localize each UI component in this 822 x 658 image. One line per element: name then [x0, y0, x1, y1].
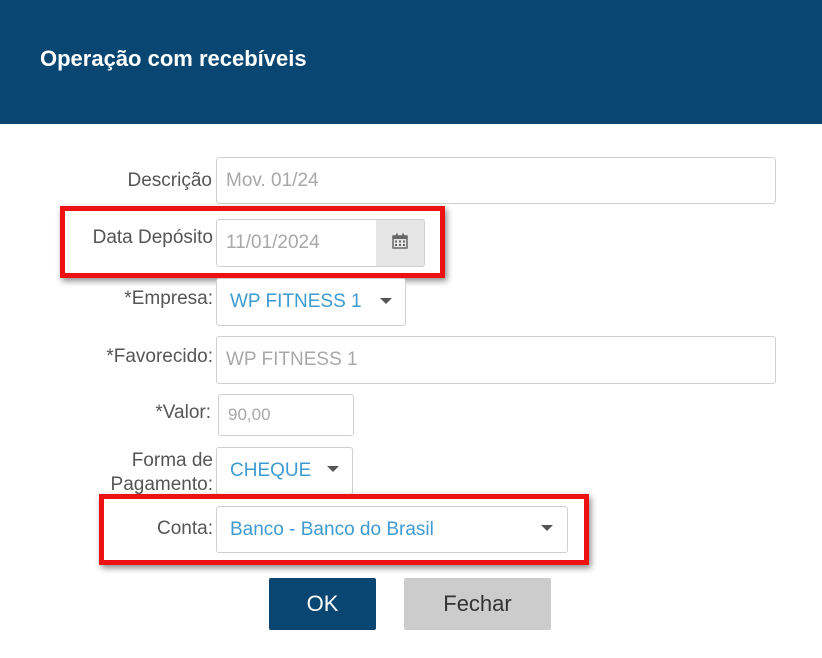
chevron-down-icon: [380, 298, 392, 304]
forma-pagamento-value: CHEQUE: [230, 460, 312, 481]
calendar-icon: [391, 232, 409, 255]
data-deposito-label: Data Depósito: [92, 227, 213, 248]
empresa-value: WP FITNESS 1: [230, 291, 362, 312]
empresa-label: *Empresa:: [124, 288, 213, 309]
forma-pagamento-label: Forma de Pagamento:: [111, 449, 213, 497]
chevron-down-icon: [541, 525, 553, 531]
conta-select[interactable]: Banco - Banco do Brasil: [216, 506, 568, 553]
dialog-title: Operação com recebíveis: [40, 46, 307, 71]
descricao-label: Descrição: [127, 170, 212, 191]
forma-pagamento-label-line1: Forma de: [131, 450, 213, 471]
calendar-button[interactable]: [376, 219, 425, 267]
data-deposito-input[interactable]: 11/01/2024: [216, 219, 377, 267]
chevron-down-icon: [327, 466, 339, 472]
forma-pagamento-select[interactable]: CHEQUE: [216, 447, 353, 495]
ok-button[interactable]: OK: [269, 578, 376, 630]
close-button[interactable]: Fechar: [404, 578, 551, 630]
descricao-input[interactable]: Mov. 01/24: [216, 157, 776, 204]
conta-label: Conta:: [157, 518, 213, 539]
valor-label: *Valor:: [155, 402, 211, 423]
valor-input[interactable]: 90,00: [218, 394, 354, 436]
favorecido-input[interactable]: WP FITNESS 1: [216, 336, 776, 384]
favorecido-label: *Favorecido:: [106, 346, 213, 367]
dialog-header: Operação com recebíveis: [0, 0, 822, 124]
conta-value: Banco - Banco do Brasil: [230, 518, 434, 540]
empresa-select[interactable]: WP FITNESS 1: [216, 278, 406, 326]
